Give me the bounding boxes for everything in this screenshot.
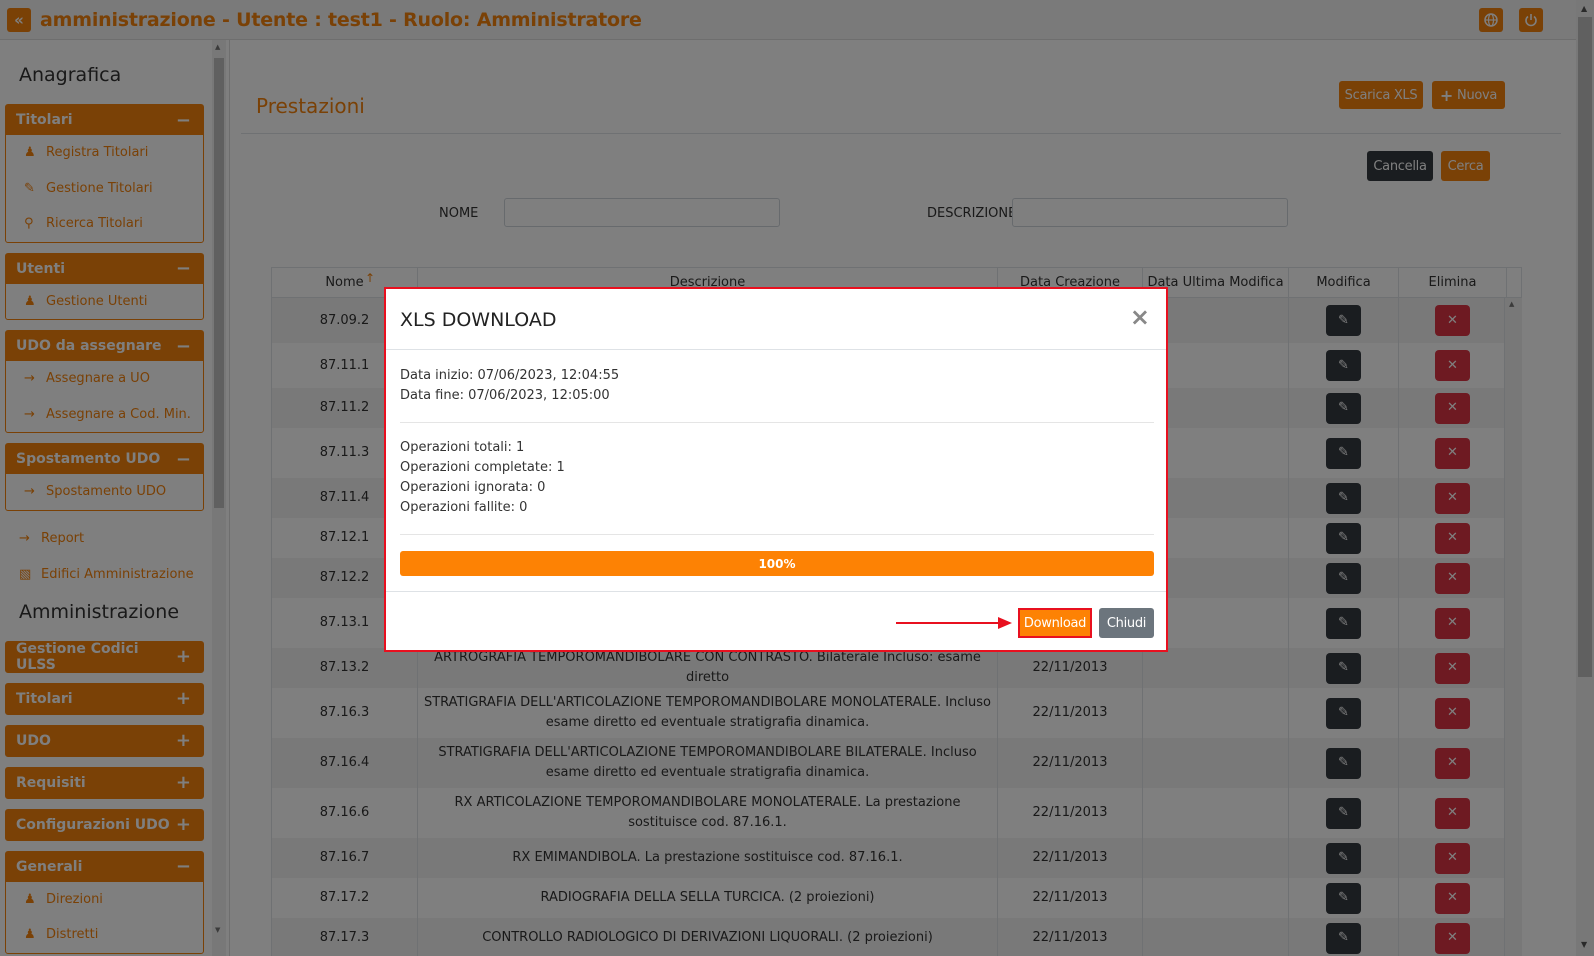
modal-divider: [400, 534, 1154, 535]
xls-download-modal: XLS DOWNLOAD × Data inizio: 07/06/2023, …: [384, 287, 1168, 652]
download-button[interactable]: Download: [1018, 608, 1092, 638]
close-icon[interactable]: ×: [1130, 303, 1150, 331]
modal-header-divider: [386, 349, 1166, 350]
data-fine-text: Data fine: 07/06/2023, 12:05:00: [400, 388, 610, 403]
operazioni-fallite-text: Operazioni fallite: 0: [400, 500, 528, 515]
progress-bar-fill: 100%: [400, 551, 1154, 576]
data-inizio-text: Data inizio: 07/06/2023, 12:04:55: [400, 368, 620, 383]
annotation-arrow-icon: [896, 617, 1012, 629]
modal-divider: [400, 422, 1154, 423]
chiudi-button[interactable]: Chiudi: [1099, 608, 1154, 638]
modal-footer-divider: [386, 591, 1166, 592]
modal-title: XLS DOWNLOAD: [400, 309, 557, 331]
operazioni-totali-text: Operazioni totali: 1: [400, 440, 525, 455]
progress-bar: 100%: [400, 551, 1154, 576]
operazioni-ignorata-text: Operazioni ignorata: 0: [400, 480, 546, 495]
operazioni-completate-text: Operazioni completate: 1: [400, 460, 565, 475]
